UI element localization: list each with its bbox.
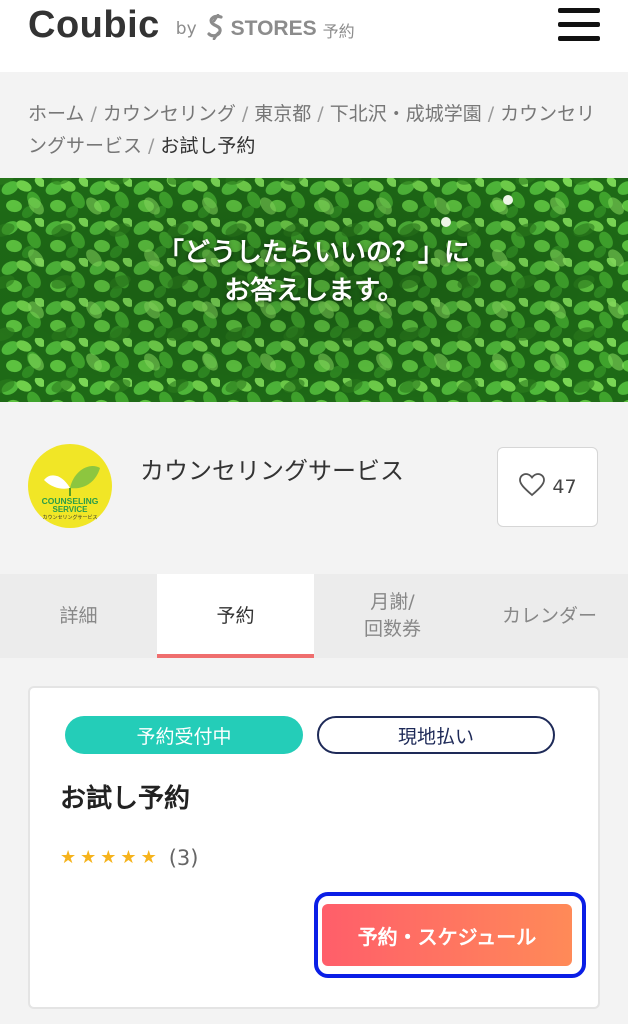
banner-line-1: 「どうしたらいいの？」に [157, 238, 470, 268]
breadcrumb-separator: / [241, 103, 249, 125]
shop-logo-text-3: カウンセリングサービス [42, 514, 97, 521]
site-header: Coubic by STORES 予約 [0, 0, 628, 72]
plan-title: お試し予約 [60, 784, 191, 814]
breadcrumb-area[interactable]: 下北沢・成城学園 [330, 103, 482, 125]
banner-headline: 「どうしたらいいの？」に お答えします。 [0, 234, 628, 310]
shop-info: COUNSELING SERVICE カウンセリングサービス カウンセリングサー… [0, 402, 628, 574]
by-label: by [175, 18, 197, 39]
star-icon: ★ [100, 847, 117, 868]
review-count: (3) [168, 846, 199, 870]
tab-tickets[interactable]: 月謝/ 回数券 [314, 574, 471, 658]
tab-booking[interactable]: 予約 [157, 574, 314, 658]
stores-brand-label: STORES [230, 16, 317, 40]
breadcrumb-counseling[interactable]: カウンセリング [103, 103, 236, 125]
breadcrumb-separator: / [317, 103, 324, 125]
breadcrumb-home[interactable]: ホーム [28, 103, 84, 125]
heart-icon [518, 472, 546, 502]
tab-tickets-label-2: 回数券 [363, 618, 421, 640]
hamburger-menu-icon[interactable] [556, 6, 602, 44]
tab-tickets-label-1: 月謝/ [370, 591, 415, 613]
payment-badge: 現地払い [317, 716, 555, 754]
status-badge: 予約受付中 [65, 716, 303, 754]
tab-calendar-label: カレンダー [501, 604, 597, 627]
breadcrumb: ホーム / カウンセリング / 東京都 / 下北沢・成城学園 / カウンセリングサービス / お試し… [28, 98, 608, 162]
star-icon: ★ [120, 847, 137, 868]
tab-details-label: 詳細 [59, 604, 98, 627]
star-icon: ★ [140, 847, 157, 868]
tab-calendar[interactable]: カレンダー [471, 574, 628, 658]
tab-bar: 詳細 予約 月謝/ 回数券 カレンダー [0, 574, 628, 658]
breadcrumb-separator: / [148, 135, 155, 157]
shop-logo-text-2: SERVICE [53, 505, 89, 514]
stores-suffix-label: 予約 [322, 21, 355, 41]
breadcrumb-current: お試し予約 [160, 135, 256, 157]
breadcrumb-separator: / [90, 103, 97, 125]
hero-banner: 「どうしたらいいの？」に お答えします。 [0, 178, 628, 402]
tab-booking-label: 予約 [216, 604, 255, 627]
star-icon: ★ [80, 847, 97, 868]
favorite-button[interactable]: 47 [497, 447, 598, 527]
coubic-logo: Coubic [28, 4, 160, 46]
star-icon: ★ [60, 847, 77, 868]
shop-logo[interactable]: COUNSELING SERVICE カウンセリングサービス [28, 444, 112, 528]
stores-icon [205, 13, 227, 44]
favorite-count: 47 [552, 476, 577, 498]
book-schedule-button[interactable]: 予約・スケジュール [322, 904, 572, 966]
breadcrumb-tokyo[interactable]: 東京都 [254, 103, 311, 125]
brand-logo[interactable]: Coubic by STORES 予約 [28, 4, 355, 47]
shop-name[interactable]: カウンセリングサービス [140, 454, 440, 488]
plan-card: 予約受付中 現地払い お試し予約 ★ ★ ★ ★ ★ (3) 予約・スケジュール [28, 686, 600, 1009]
tab-details[interactable]: 詳細 [0, 574, 157, 658]
tab-tickets-label: 月謝/ 回数券 [364, 589, 421, 643]
breadcrumb-separator: / [487, 103, 495, 125]
banner-line-2: お答えします。 [224, 276, 404, 306]
rating[interactable]: ★ ★ ★ ★ ★ (3) [60, 846, 198, 870]
